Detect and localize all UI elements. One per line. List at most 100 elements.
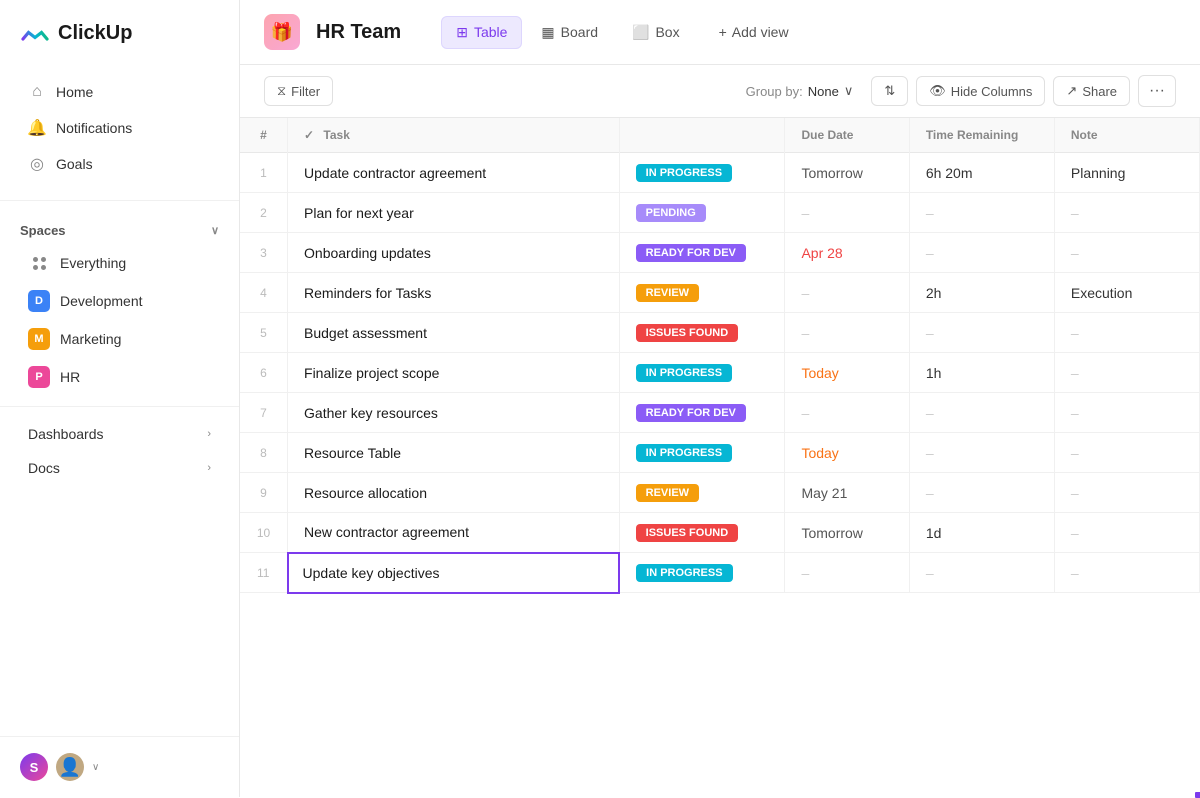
table-row: 4Reminders for TasksREVIEW–2hExecution [240,273,1200,313]
status-badge: IN PROGRESS [636,164,732,182]
status-badge: IN PROGRESS [636,564,732,582]
task-name[interactable]: New contractor agreement [288,513,620,553]
user-avatar-photo: 👤 [56,753,84,781]
note: – [1054,473,1199,513]
time-remaining: – [909,193,1054,233]
clickup-logo-icon [20,18,50,48]
sidebar-item-goals[interactable]: ◎ Goals [8,146,231,182]
due-date: – [785,553,909,593]
hide-columns-button[interactable]: 👁 Hide Columns [916,76,1045,106]
sidebar-item-home[interactable]: ⌂ Home [8,74,231,110]
more-options-button[interactable]: ··· [1138,75,1176,107]
task-status[interactable]: REVIEW [619,273,785,313]
task-status[interactable]: REVIEW [619,473,785,513]
sidebar-item-development[interactable]: D Development [8,282,231,320]
sort-button[interactable]: ⇅ [871,76,908,106]
main-content: 🎁 HR Team ⊞ Table ▦ Board ⬜ Box + Add vi… [240,0,1200,797]
due-date: Apr 28 [785,233,909,273]
row-num: 11 [240,553,288,593]
task-name[interactable]: Onboarding updates [288,233,620,273]
development-avatar: D [28,290,50,312]
marketing-label: Marketing [60,331,121,347]
status-badge: IN PROGRESS [636,364,732,382]
task-name[interactable]: Resource allocation [288,473,620,513]
col-task: ✓ Task [288,118,620,153]
col-num: # [240,118,288,153]
group-by-chevron: ∨ [844,83,854,99]
filter-button[interactable]: ⧖ Filter [264,76,333,106]
due-date: – [785,273,909,313]
time-remaining: 1h [909,353,1054,393]
task-status[interactable]: IN PROGRESS [619,353,785,393]
sidebar-item-hr[interactable]: P HR [8,358,231,396]
table-row: 1Update contractor agreementIN PROGRESST… [240,153,1200,193]
box-tab-icon: ⬜ [632,24,649,41]
task-status[interactable]: ISSUES FOUND [619,513,785,553]
task-status[interactable]: IN PROGRESS [619,553,785,593]
sidebar-item-docs[interactable]: Docs › [8,451,231,485]
table-tab-icon: ⊞ [456,24,468,41]
tab-box[interactable]: ⬜ Box [617,16,695,49]
task-name[interactable]: Finalize project scope [288,353,620,393]
bell-icon: 🔔 [28,119,46,137]
note: – [1054,313,1199,353]
row-num: 10 [240,513,288,553]
row-num: 4 [240,273,288,313]
logo: ClickUp [0,0,239,66]
spaces-chevron[interactable]: ∨ [211,224,219,237]
user-menu-chevron[interactable]: ∨ [92,762,99,773]
page-title: HR Team [316,21,401,44]
row-num: 6 [240,353,288,393]
due-date: Today [785,433,909,473]
development-label: Development [60,293,143,309]
tab-board-label: Board [561,24,598,40]
task-status[interactable]: READY FOR DEV [619,393,785,433]
home-icon: ⌂ [28,83,46,101]
task-name[interactable]: Plan for next year [288,193,620,233]
everything-label: Everything [60,255,126,271]
share-icon: ↗ [1066,83,1077,99]
sidebar-item-dashboards[interactable]: Dashboards › [8,417,231,451]
col-note: Note [1054,118,1199,153]
row-num: 8 [240,433,288,473]
note: – [1054,433,1199,473]
row-num: 1 [240,153,288,193]
group-by-label: Group by: [746,84,803,99]
task-name[interactable]: Gather key resources [288,393,620,433]
main-header: 🎁 HR Team ⊞ Table ▦ Board ⬜ Box + Add vi… [240,0,1200,65]
task-status[interactable]: IN PROGRESS [619,433,785,473]
task-name[interactable]: Update key objectives [288,553,620,593]
sidebar-item-goals-label: Goals [56,156,93,172]
group-by-control[interactable]: Group by: None ∨ [736,77,864,105]
resize-handle[interactable] [1195,792,1200,797]
task-status[interactable]: PENDING [619,193,785,233]
task-name[interactable]: Resource Table [288,433,620,473]
view-tabs: ⊞ Table ▦ Board ⬜ Box + Add view [441,16,800,49]
due-date: – [785,313,909,353]
eye-icon: 👁 [929,83,946,99]
sidebar-item-home-label: Home [56,84,93,100]
tab-table[interactable]: ⊞ Table [441,16,522,49]
task-status[interactable]: IN PROGRESS [619,153,785,193]
table-row: 7Gather key resourcesREADY FOR DEV––– [240,393,1200,433]
sidebar-item-notifications[interactable]: 🔔 Notifications [8,110,231,146]
col-due-date: Due Date [785,118,909,153]
plus-icon: + [719,24,727,40]
group-by-value: None [808,84,839,99]
task-name[interactable]: Reminders for Tasks [288,273,620,313]
time-remaining: 2h [909,273,1054,313]
row-num: 2 [240,193,288,233]
add-view-button[interactable]: + Add view [707,17,801,47]
share-button[interactable]: ↗ Share [1053,76,1130,106]
status-badge: READY FOR DEV [636,244,746,262]
sidebar-item-marketing[interactable]: M Marketing [8,320,231,358]
task-status[interactable]: ISSUES FOUND [619,313,785,353]
table-row: 5Budget assessmentISSUES FOUND––– [240,313,1200,353]
task-name[interactable]: Budget assessment [288,313,620,353]
due-date: – [785,393,909,433]
row-num: 7 [240,393,288,433]
task-status[interactable]: READY FOR DEV [619,233,785,273]
sidebar-item-everything[interactable]: Everything [8,244,231,282]
tab-board[interactable]: ▦ Board [526,16,613,49]
task-name[interactable]: Update contractor agreement [288,153,620,193]
